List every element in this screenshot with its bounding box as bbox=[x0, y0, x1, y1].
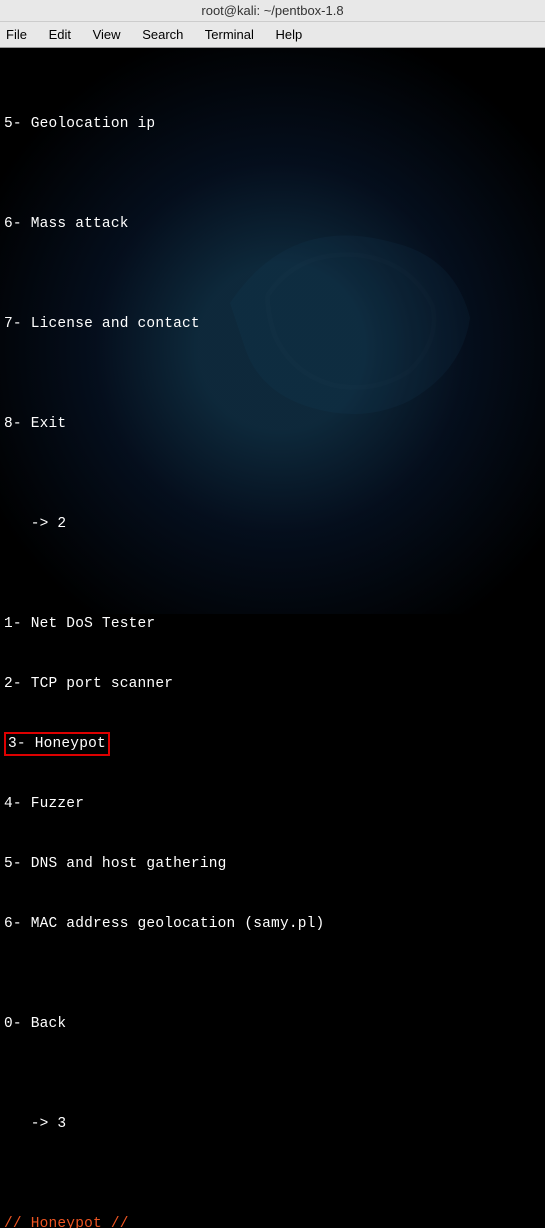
window-title: root@kali: ~/pentbox-1.8 bbox=[201, 3, 343, 18]
main-menu-item-7: 7- License and contact bbox=[4, 314, 543, 334]
submenu-item-0: 0- Back bbox=[4, 1014, 543, 1034]
menu-file[interactable]: File bbox=[6, 27, 27, 42]
submenu-item-4: 4- Fuzzer bbox=[4, 794, 543, 814]
menu-edit[interactable]: Edit bbox=[49, 27, 71, 42]
submenu-item-5: 5- DNS and host gathering bbox=[4, 854, 543, 874]
terminal-area[interactable]: 5- Geolocation ip 6- Mass attack 7- Lice… bbox=[0, 48, 545, 614]
menu-terminal[interactable]: Terminal bbox=[205, 27, 254, 42]
menu-view[interactable]: View bbox=[93, 27, 121, 42]
honeypot-title: // Honeypot // bbox=[4, 1214, 543, 1228]
main-menu-item-5: 5- Geolocation ip bbox=[4, 114, 543, 134]
prompt-entered-2: -> 2 bbox=[4, 514, 543, 534]
main-menu-item-6: 6- Mass attack bbox=[4, 214, 543, 234]
submenu-item-3-highlighted: 3- Honeypot bbox=[4, 732, 110, 756]
main-menu-item-8: 8- Exit bbox=[4, 414, 543, 434]
menu-search[interactable]: Search bbox=[142, 27, 183, 42]
submenu-item-2: 2- TCP port scanner bbox=[4, 674, 543, 694]
window-titlebar: root@kali: ~/pentbox-1.8 bbox=[0, 0, 545, 22]
menu-bar: File Edit View Search Terminal Help bbox=[0, 22, 545, 48]
prompt-entered-3: -> 3 bbox=[4, 1114, 543, 1134]
submenu-item-1: 1- Net DoS Tester bbox=[4, 614, 543, 634]
menu-help[interactable]: Help bbox=[276, 27, 303, 42]
submenu-item-6: 6- MAC address geolocation (samy.pl) bbox=[4, 914, 543, 934]
